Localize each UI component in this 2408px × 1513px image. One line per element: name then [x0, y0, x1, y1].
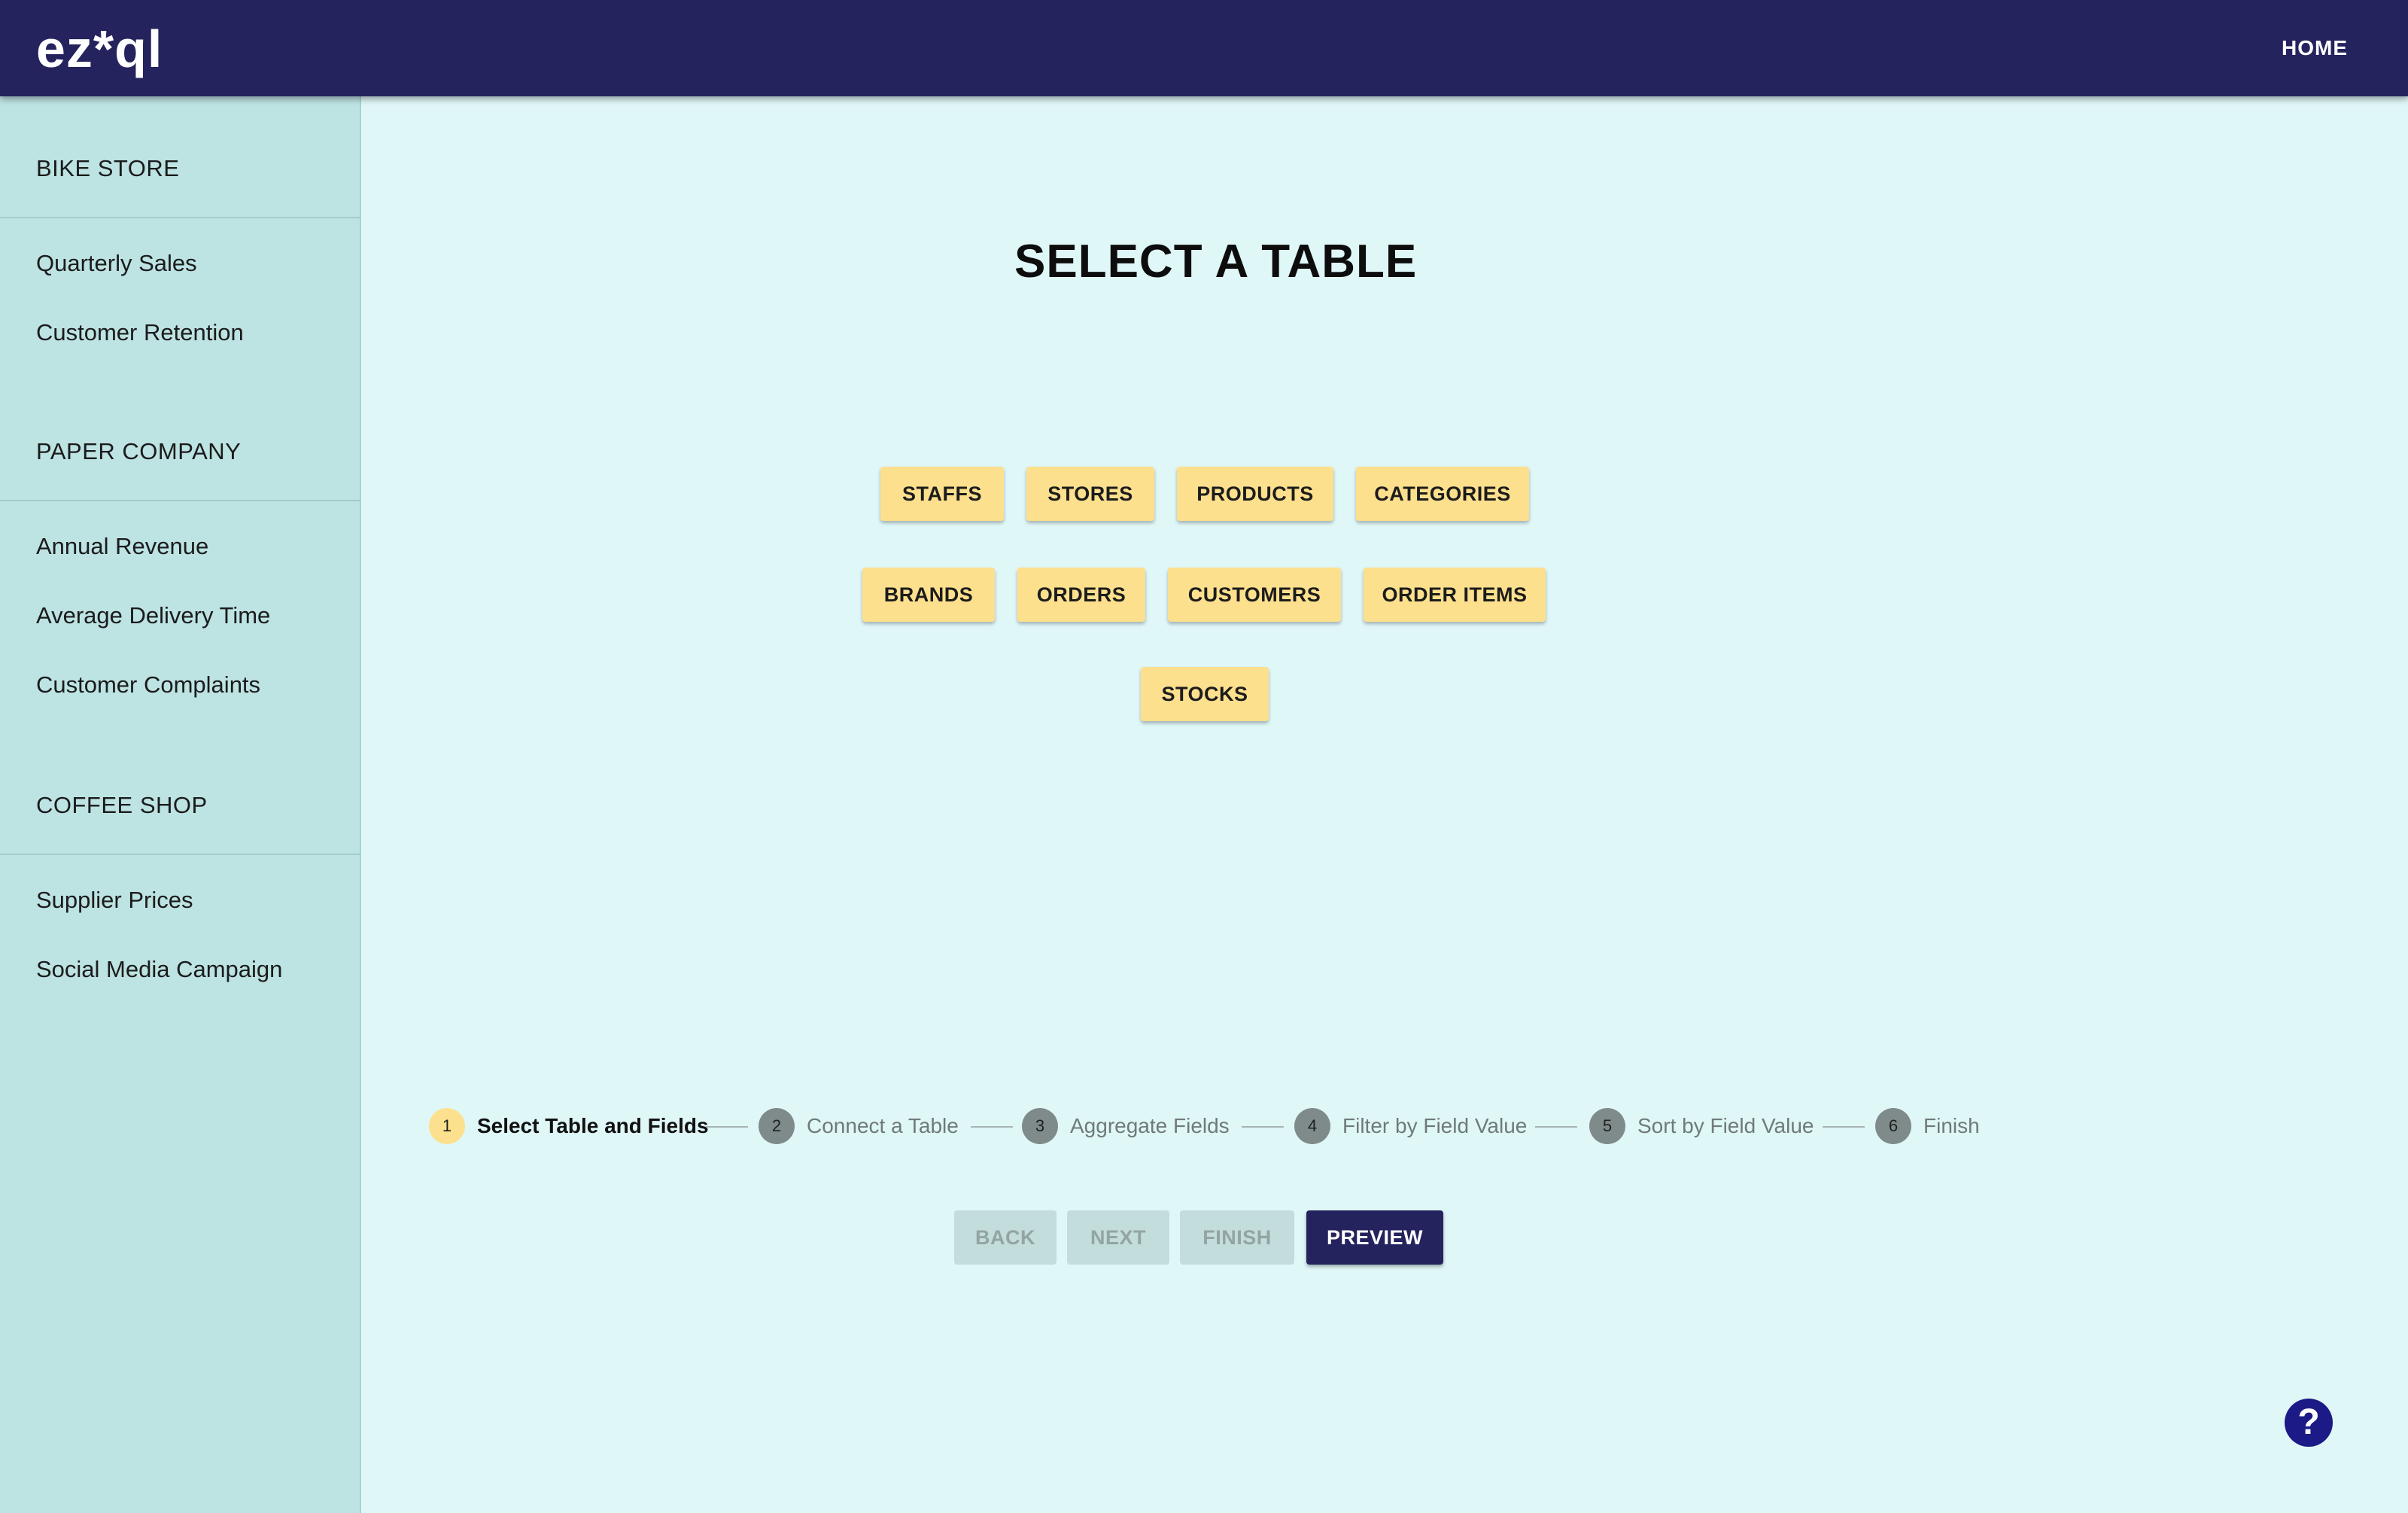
- home-link[interactable]: HOME: [2282, 33, 2348, 63]
- step-3-indicator: 3: [1022, 1108, 1058, 1144]
- preview-button[interactable]: PREVIEW: [1306, 1210, 1443, 1265]
- step-1-indicator: 1: [429, 1108, 465, 1144]
- app-bar: ez*ql HOME: [0, 0, 2408, 96]
- step-1-label: Select Table and Fields: [477, 1114, 709, 1137]
- sidebar-item-customer-retention[interactable]: Customer Retention: [36, 318, 352, 348]
- sidebar: BIKE STORE Quarterly Sales Customer Rete…: [0, 96, 361, 1513]
- sidebar-group-title-coffee-shop: COFFEE SHOP: [36, 792, 208, 818]
- step-3-label: Aggregate Fields: [1070, 1114, 1230, 1137]
- help-button[interactable]: ?: [2285, 1399, 2333, 1447]
- step-connector: [706, 1126, 748, 1128]
- step-connector: [1823, 1126, 1865, 1128]
- sidebar-item-annual-revenue[interactable]: Annual Revenue: [36, 531, 352, 562]
- app-logo[interactable]: ez*ql: [36, 15, 163, 83]
- step-connector: [1535, 1126, 1577, 1128]
- table-button-customers[interactable]: CUSTOMERS: [1168, 568, 1341, 622]
- step-6-label: Finish: [1923, 1114, 1980, 1137]
- sidebar-divider: [0, 217, 361, 218]
- step-4-label: Filter by Field Value: [1342, 1114, 1528, 1137]
- table-button-stores[interactable]: STORES: [1026, 467, 1154, 521]
- table-button-stocks[interactable]: STOCKS: [1141, 667, 1269, 721]
- sidebar-group-title-paper-company: PAPER COMPANY: [36, 438, 242, 464]
- step-5-indicator: 5: [1589, 1108, 1625, 1144]
- table-button-order-items[interactable]: ORDER ITEMS: [1364, 568, 1546, 622]
- table-button-brands[interactable]: BRANDS: [862, 568, 995, 622]
- finish-button[interactable]: FINISH: [1180, 1210, 1294, 1265]
- table-button-orders[interactable]: ORDERS: [1017, 568, 1145, 622]
- sidebar-group-title-bike-store: BIKE STORE: [36, 155, 180, 181]
- sidebar-divider: [0, 500, 361, 501]
- step-6-indicator: 6: [1875, 1108, 1911, 1144]
- next-button[interactable]: NEXT: [1067, 1210, 1169, 1265]
- table-button-staffs[interactable]: STAFFS: [880, 467, 1004, 521]
- step-2-indicator: 2: [759, 1108, 795, 1144]
- step-connector: [1242, 1126, 1284, 1128]
- sidebar-item-supplier-prices[interactable]: Supplier Prices: [36, 885, 352, 915]
- sidebar-divider: [0, 854, 361, 855]
- page-title: SELECT A TABLE: [1014, 236, 1418, 288]
- main-content: SELECT A TABLE STAFFS STORES PRODUCTS CA…: [363, 96, 2408, 1513]
- table-button-categories[interactable]: CATEGORIES: [1356, 467, 1529, 521]
- question-icon: ?: [2297, 1402, 2320, 1442]
- back-button[interactable]: BACK: [954, 1210, 1057, 1265]
- sidebar-item-customer-complaints[interactable]: Customer Complaints: [36, 670, 352, 700]
- step-connector: [971, 1126, 1013, 1128]
- sidebar-item-average-delivery-time[interactable]: Average Delivery Time: [36, 601, 352, 631]
- sidebar-item-social-media-campaign[interactable]: Social Media Campaign: [36, 954, 352, 985]
- table-button-products[interactable]: PRODUCTS: [1177, 467, 1333, 521]
- step-2-label: Connect a Table: [807, 1114, 959, 1137]
- sidebar-item-quarterly-sales[interactable]: Quarterly Sales: [36, 248, 352, 279]
- step-4-indicator: 4: [1294, 1108, 1330, 1144]
- step-5-label: Sort by Field Value: [1637, 1114, 1814, 1137]
